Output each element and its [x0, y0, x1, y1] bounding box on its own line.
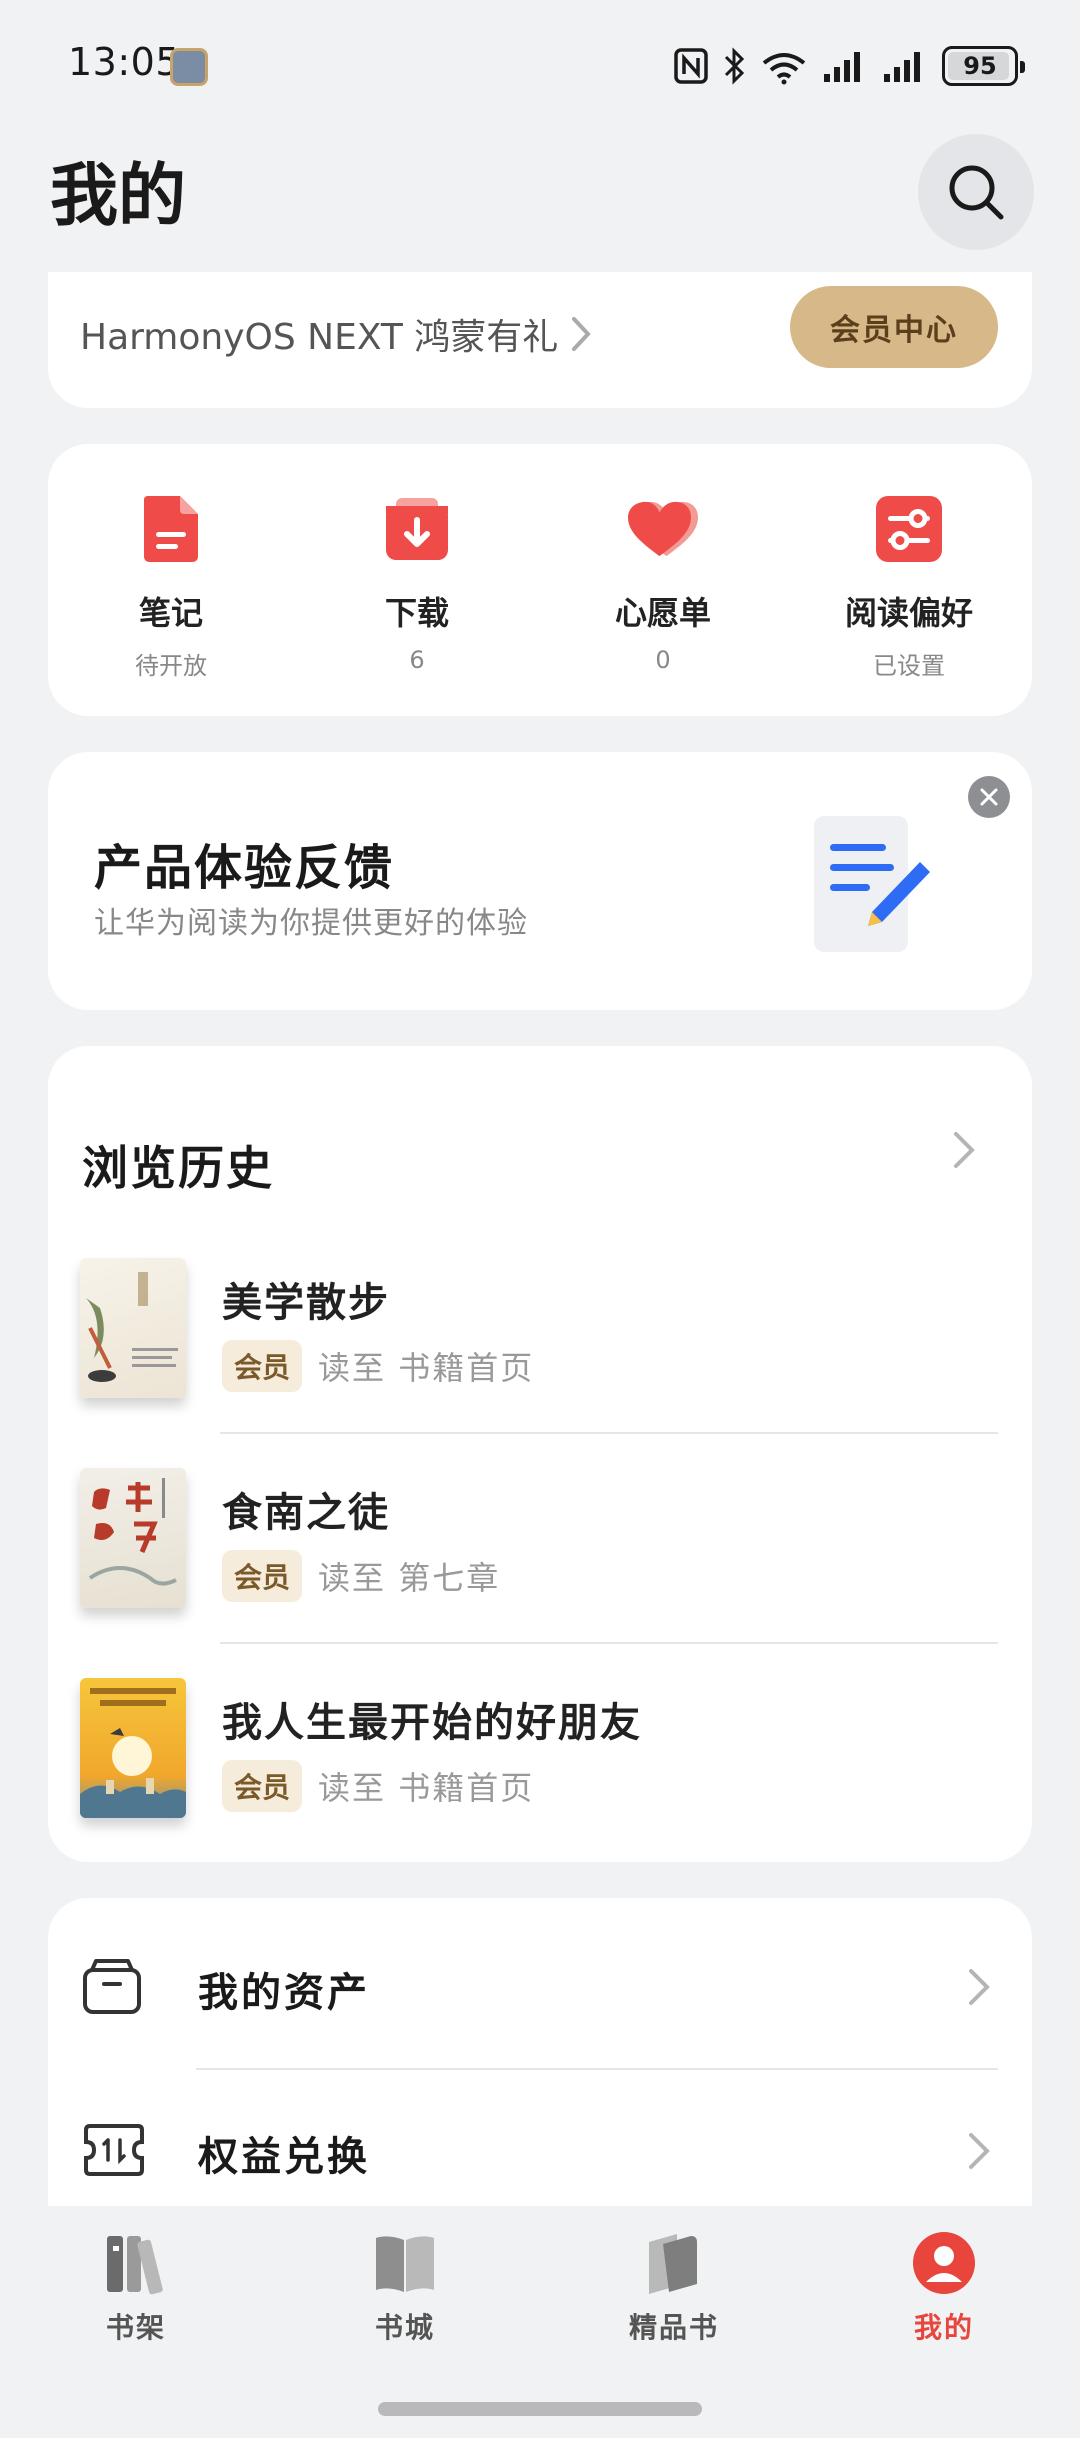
menu-label-redeem: 权益兑换: [198, 2134, 370, 2180]
quick-sub-wishlist: 0: [655, 646, 671, 674]
bluetooth-icon: [724, 47, 745, 85]
wifi-icon: [762, 53, 806, 85]
row-divider: [196, 2068, 998, 2070]
book-title: 食南之徒: [222, 1490, 390, 1536]
signal-icon-2: [884, 52, 920, 82]
book-title: 我人生最开始的好朋友: [222, 1700, 642, 1746]
profile-icon: [913, 2232, 975, 2294]
tab-bookstore[interactable]: 书城: [305, 2228, 505, 2346]
premium-book-icon: [649, 2234, 697, 2294]
battery-indicator: 95: [942, 46, 1025, 86]
tab-label-profile: 我的: [913, 2311, 974, 2344]
menu-item-redeem[interactable]: 权益兑换: [48, 2084, 1032, 2214]
quick-label-preferences: 阅读偏好: [844, 594, 973, 632]
note-icon: [144, 496, 198, 562]
quick-actions-card: 笔记 待开放 下载 6 心愿单 0 阅读偏好 已设置: [48, 444, 1032, 716]
book-cover-image: [80, 1678, 186, 1818]
vip-promo-text: HarmonyOS NEXT 鸿蒙有礼: [80, 317, 559, 358]
tab-premium-books[interactable]: 精品书: [574, 2228, 774, 2346]
preference-icon: [876, 496, 942, 562]
bookshelf-icon: [107, 2236, 163, 2295]
quick-item-wishlist[interactable]: 心愿单 0: [540, 444, 786, 716]
notification-app-icon: [170, 48, 208, 86]
member-badge: 会员: [222, 1340, 303, 1392]
quick-sub-downloads: 6: [409, 646, 425, 674]
bookstore-icon: [376, 2236, 434, 2292]
tab-profile[interactable]: 我的: [844, 2228, 1044, 2346]
quick-item-downloads[interactable]: 下载 6: [294, 444, 540, 716]
battery-fill: [948, 52, 1009, 80]
member-badge: 会员: [222, 1760, 303, 1812]
home-indicator[interactable]: [378, 2402, 702, 2416]
history-book-row[interactable]: 食南之徒 会员 读至 第七章: [48, 1468, 1032, 1678]
book-progress: 读至 书籍首页: [318, 1769, 535, 1807]
history-more-chevron-icon[interactable]: [950, 1128, 978, 1172]
book-title: 美学散步: [222, 1280, 390, 1326]
feedback-close-button[interactable]: [968, 776, 1010, 818]
book-cover-art: [86, 1272, 178, 1382]
book-cover-art: [88, 1478, 177, 1586]
quick-label-downloads: 下载: [384, 594, 449, 632]
book-meta: 会员 读至 书籍首页: [222, 1760, 534, 1812]
quick-sub-notes: 待开放: [135, 652, 207, 680]
history-book-row[interactable]: 我人生最开始的好朋友 会员 读至 书籍首页: [48, 1678, 1032, 1888]
history-title: 浏览历史: [82, 1141, 274, 1195]
quick-label-wishlist: 心愿单: [614, 594, 711, 632]
close-icon: [980, 788, 998, 806]
member-center-button[interactable]: 会员中心: [790, 286, 998, 368]
battery-tip: [1020, 61, 1025, 73]
signal-icon: [824, 52, 860, 82]
feedback-card[interactable]: 产品体验反馈 让华为阅读为你提供更好的体验: [48, 752, 1032, 1010]
member-badge: 会员: [222, 1550, 303, 1602]
chevron-right-icon: [969, 2133, 990, 2169]
search-icon: [949, 165, 1004, 220]
heart-icon: [628, 501, 698, 557]
feedback-subtitle: 让华为阅读为你提供更好的体验: [94, 906, 528, 941]
book-cover-image: [80, 1258, 186, 1398]
status-time: 13:05: [68, 40, 181, 84]
chevron-right-icon: [572, 317, 592, 351]
download-icon: [386, 498, 448, 560]
tab-label-bookstore: 书城: [374, 2311, 435, 2344]
quick-item-preferences[interactable]: 阅读偏好 已设置: [786, 444, 1032, 716]
quick-label-notes: 笔记: [138, 594, 203, 632]
menu-card: 我的资产 权益兑换: [48, 1898, 1032, 2208]
tab-label-premium-books: 精品书: [628, 2311, 719, 2344]
feedback-title: 产品体验反馈: [94, 840, 395, 896]
page-title: 我的: [50, 157, 187, 236]
book-progress: 读至 第七章: [318, 1559, 501, 1597]
search-button[interactable]: [918, 134, 1034, 250]
vip-card: HarmonyOS NEXT 鸿蒙有礼 会员中心: [48, 272, 1032, 408]
row-divider: [220, 1432, 998, 1434]
tab-bookshelf[interactable]: 书架: [36, 2228, 236, 2346]
status-bar: 13:05 95: [0, 0, 1080, 130]
row-divider: [220, 1642, 998, 1644]
quick-sub-preferences: 已设置: [873, 652, 945, 680]
nfc-icon: [674, 48, 708, 84]
history-card: 浏览历史 美学散步 会员 读至 书籍首页 食南之徒 会员 读至 第七章 我人生最…: [48, 1046, 1032, 1862]
book-progress: 读至 书籍首页: [318, 1349, 535, 1387]
feedback-pen-icon: [814, 816, 930, 952]
book-cover-image: [80, 1468, 186, 1608]
book-meta: 会员 读至 第七章: [222, 1550, 500, 1602]
book-cover-art: [80, 1688, 186, 1818]
book-meta: 会员 读至 书籍首页: [222, 1340, 534, 1392]
history-book-row[interactable]: 美学散步 会员 读至 书籍首页: [48, 1258, 1032, 1468]
status-icons: 95: [674, 44, 1025, 88]
menu-item-assets[interactable]: 我的资产: [48, 1920, 1032, 2050]
ticket-icon: [84, 2124, 144, 2176]
chevron-right-icon: [969, 1969, 990, 2005]
profile-page: 13:05 95 我的 HarmonyOS NEXT 鸿蒙有礼 会员中心 笔记 …: [0, 0, 1080, 2438]
tab-label-bookshelf: 书架: [105, 2311, 166, 2344]
menu-label-assets: 我的资产: [198, 1970, 370, 2016]
wallet-icon: [83, 1959, 141, 2014]
quick-item-notes[interactable]: 笔记 待开放: [48, 444, 294, 716]
vip-promo-link[interactable]: HarmonyOS NEXT 鸿蒙有礼: [80, 308, 592, 360]
